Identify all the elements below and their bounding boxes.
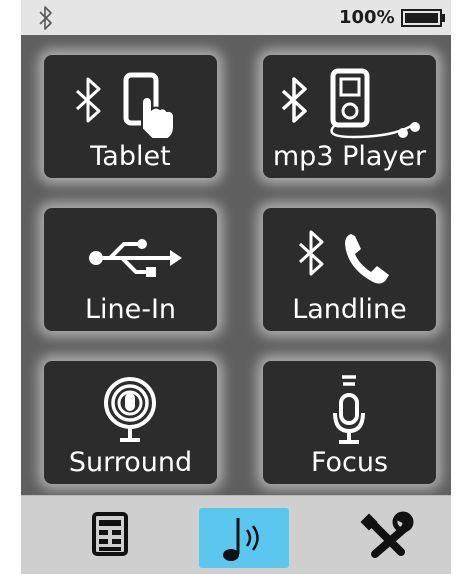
bottom-tab-bar [21,495,451,574]
focus-button[interactable]: Focus [263,361,436,484]
surround-microphone-icon [104,377,156,442]
surround-label: Surround [68,447,193,478]
landline-label: Landline [292,294,407,325]
bluetooth-icon [39,6,52,30]
bluetooth-phone-icon [298,230,389,284]
bluetooth-tablet-icon [75,72,175,140]
line-in-label: Line-In [84,294,177,325]
keypad-icon [92,512,128,556]
tablet-button[interactable]: Tablet [44,55,217,178]
music-note-icon [223,518,259,561]
tab-keypad[interactable] [61,496,161,574]
surround-button[interactable]: Surround [44,361,217,484]
focus-microphone-icon [333,375,365,444]
tab-settings[interactable] [335,496,435,574]
device-screen: 100% Tablet mp3 Player Line-In Landline … [0,0,457,574]
usb-icon [89,239,182,277]
line-in-button[interactable]: Line-In [44,208,217,331]
bluetooth-mp3-player-icon [281,68,420,139]
status-bar: 100% [21,0,451,35]
tab-music[interactable] [194,496,294,574]
battery-percentage: 100% [339,7,395,28]
source-panel: Tablet mp3 Player Line-In Landline Surro… [21,35,451,495]
focus-label: Focus [310,447,389,478]
landline-button[interactable]: Landline [263,208,436,331]
tablet-label: Tablet [90,141,171,172]
mp3-player-label: mp3 Player [272,141,427,172]
battery-icon [401,9,445,27]
mp3-player-button[interactable]: mp3 Player [263,55,436,178]
tools-icon [360,511,414,558]
